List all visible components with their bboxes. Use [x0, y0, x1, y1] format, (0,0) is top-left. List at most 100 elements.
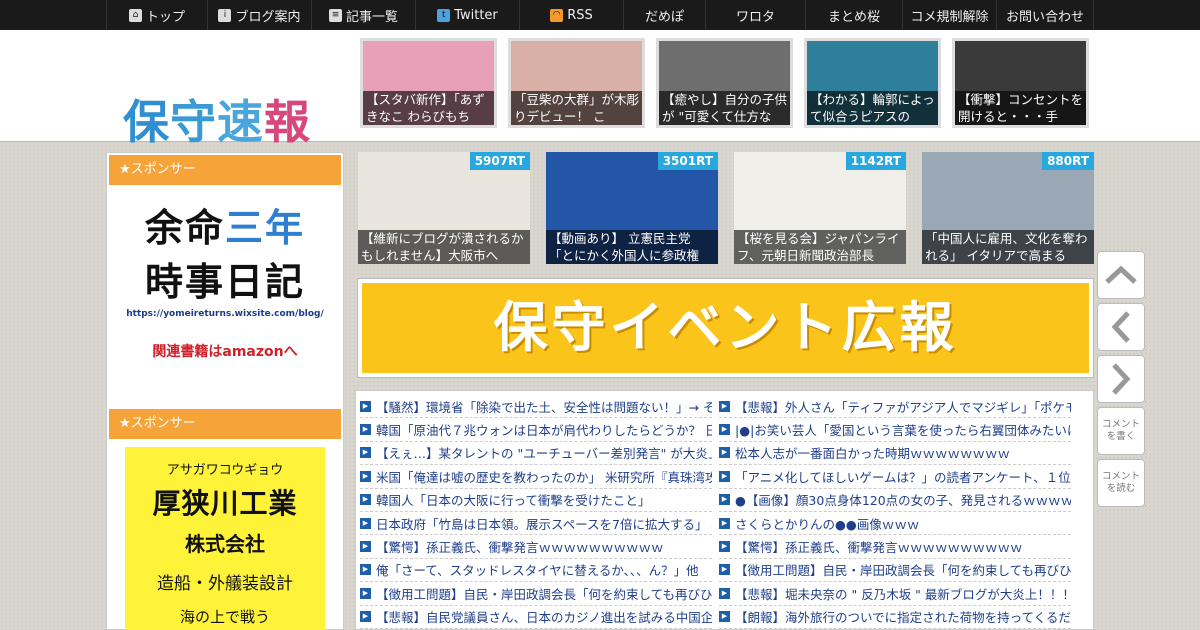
nav-item-7[interactable]: まとめ桜 [806, 0, 903, 30]
ad-company-name: 厚狭川工業 [152, 487, 298, 520]
tile-caption: 【動画あり】 立憲民主党「とにかく外国人に参政権 [546, 230, 718, 264]
tile-caption: 【維新にブログが潰されるかもしれません】大阪市へ [358, 230, 530, 264]
rss-item-title: 【徴用工問題】自民・岸田政調会長「何を約束しても再びひっ [376, 586, 712, 602]
arrow-icon: ▶ [719, 611, 730, 623]
chevron-right-icon [1112, 363, 1131, 395]
rss-item[interactable]: ▶ 俺「さーて、スタッドレスタイヤに替えるか、、、ん？」他 [360, 559, 712, 583]
nav-item-1[interactable]: i ブログ案内 [208, 0, 312, 30]
info-icon: i [218, 8, 232, 22]
arrow-icon: ▶ [360, 564, 371, 576]
ad-company-kana: アサガワコウギョウ [166, 463, 284, 478]
header-article-thumb[interactable]: 「豆柴の大群」が木彫りデビュー！ こ [508, 38, 645, 128]
rss-feed: ▶ 【騒然】環境省「除染で出た土、安全性は問題ない！」→ その ▶ 韓国「原油代７兆ウ… [355, 390, 1094, 630]
popular-article-tile[interactable]: 1142RT 【桜を見る会】ジャパンライフ、元朝日新聞政治部長 [734, 152, 906, 264]
rss-item-title: 俺「さーて、スタッドレスタイヤに替えるか、、、ん？」他 [376, 563, 699, 579]
event-banner[interactable]: 保守イベント広報 [357, 278, 1094, 378]
rss-item-title: 松本人志が一番面白かった時期ｗｗｗｗｗｗｗｗ [735, 446, 1011, 462]
ad-tagline: 海の上で戦う [179, 608, 270, 626]
rss-item[interactable]: ▶ 【朗報】海外旅行のついでに指定された荷物を持ってくるだけ [719, 606, 1071, 629]
arrow-icon: ▶ [360, 611, 371, 623]
rss-item-title: 米国「俺達は嘘の歴史を教わったのか」 米研究所『真珠湾攻撃 [376, 469, 712, 485]
nav-label: トップ [145, 9, 185, 25]
rss-item[interactable]: ▶ ●【画像】顔30点身体120点の女の子、発見されるｗｗｗｗ [719, 489, 1071, 512]
arrow-icon: ▶ [360, 517, 371, 529]
rss-item[interactable]: ▶ 「アニメ化してほしいゲームは？」の読者アンケート、１位は [719, 465, 1071, 489]
sponsor-ad-asagawa[interactable]: アサガワコウギョウ 厚狭川工業 株式会社 造船・外艤装設計 海の上で戦う [125, 447, 325, 630]
rss-item-title: ●【画像】顔30点身体120点の女の子、発見されるｗｗｗｗ [735, 493, 1071, 509]
scroll-top-button[interactable] [1097, 251, 1145, 299]
arrow-icon: ▶ [360, 400, 371, 412]
rss-item[interactable]: ▶ 【悲報】自民党議員さん、日本のカジノ進出を試みる中国企業 [360, 606, 712, 629]
rss-item[interactable]: ▶ 【騒然】環境省「除染で出た土、安全性は問題ない！」→ その [360, 395, 712, 419]
nav-item-2[interactable]: ≡ 記事一覧 [312, 0, 416, 30]
retweet-count-badge: 3501RT [657, 152, 718, 170]
nav-item-3[interactable]: t Twitter [416, 0, 520, 30]
rss-item[interactable]: ▶ 韓国人「日本の大阪に行って衝撃を受けたこと」 [360, 489, 712, 512]
thumb-caption: 【衝撃】コンセントを開けると・・・手 [955, 91, 1086, 125]
next-article-button[interactable] [1097, 355, 1145, 403]
rss-item[interactable]: ▶ 日本政府「竹島は日本領。展示スペースを7倍に拡大する」 韓 [360, 512, 712, 536]
read-comments-button[interactable]: コメントを読む [1097, 459, 1145, 507]
sponsor-ad-yomei[interactable]: 余命三年 時事日記 https://yomeireturns.wixsite.c… [125, 201, 325, 361]
arrow-icon: ▶ [719, 470, 730, 482]
rss-item[interactable]: ▶ |●|お笑い芸人「愛国という言葉を使ったら右翼団体みたいに言 [719, 418, 1071, 442]
nav-item-4[interactable]: ◠ RSS [520, 0, 624, 30]
nav-label: まとめ桜 [827, 9, 880, 25]
rss-item-title: 日本政府「竹島は日本領。展示スペースを7倍に拡大する」 韓 [376, 516, 712, 532]
rss-item[interactable]: ▶ 【驚愕】孫正義氏、衝撃発言ｗｗｗｗｗｗｗｗｗｗ [360, 535, 712, 559]
chevron-left-icon [1111, 311, 1130, 343]
nav-item-6[interactable]: ワロタ [706, 0, 806, 30]
nav-item-8[interactable]: コメ規制解除 [903, 0, 997, 30]
popular-article-tile[interactable]: 5907RT 【維新にブログが潰されるかもしれません】大阪市へ [358, 152, 530, 264]
rss-item[interactable]: ▶ 【驚愕】孫正義氏、衝撃発言ｗｗｗｗｗｗｗｗｗｗ [719, 535, 1071, 559]
rss-column-right: ▶ 【悲報】外人さん「ティファがアジア人でマジギレ」「ポケモ ▶ |●|お笑い芸人「愛… [719, 395, 1071, 629]
nav-label: だめぽ [644, 9, 684, 25]
site-logo[interactable]: 保守速報 [123, 86, 311, 152]
retweet-count-badge: 1142RT [845, 152, 906, 170]
rss-item[interactable]: ▶ 【徴用工問題】自民・岸田政調会長「何を約束しても再びひっ [360, 582, 712, 606]
write-comment-button[interactable]: コメントを書く [1097, 407, 1145, 455]
arrow-icon: ▶ [719, 564, 730, 576]
rss-item[interactable]: ▶ さくらとかりんの●●画像ｗｗｗ [719, 512, 1071, 536]
rss-item[interactable]: ▶ 【徴用工問題】自民・岸田政調会長「何を約束しても再びひっ [719, 559, 1071, 583]
nav-label: コメ規制解除 [910, 9, 989, 25]
rss-item-title: 【騒然】環境省「除染で出た土、安全性は問題ない！」→ その [376, 399, 712, 415]
ad-title-line1: 余命三年 [144, 206, 306, 250]
header-article-thumb[interactable]: 【スタバ新作】「あずきなこ わらびもち [360, 38, 497, 128]
rss-item-title: 【徴用工問題】自民・岸田政調会長「何を約束しても再びひっ [735, 563, 1071, 579]
nav-item-5[interactable]: だめぽ [624, 0, 706, 30]
amazon-link[interactable]: 関連書籍はamazonへ [125, 341, 325, 361]
rss-item[interactable]: ▶ 韓国「原油代７兆ウォンは日本が肩代わりしたらどうか？ 日本 [360, 418, 712, 442]
nav-item-9[interactable]: お問い合わせ [997, 0, 1094, 30]
chevron-up-icon [1105, 265, 1137, 284]
thumb-caption: 【スタバ新作】「あずきなこ わらびもち [363, 91, 494, 125]
rss-item[interactable]: ▶ 【悲報】外人さん「ティファがアジア人でマジギレ」「ポケモ [719, 395, 1071, 419]
arrow-icon: ▶ [719, 400, 730, 412]
header-article-thumb[interactable]: 【わかる】輪郭によって似合うピアスの [804, 38, 941, 128]
rss-item-title: 【驚愕】孫正義氏、衝撃発言ｗｗｗｗｗｗｗｗｗｗ [376, 540, 664, 556]
thumb-caption: 「豆柴の大群」が木彫りデビュー！ こ [511, 91, 642, 125]
ad-url: https://yomeireturns.wixsite.com/blog/ [126, 309, 324, 319]
nav-label: 記事一覧 [345, 9, 398, 25]
rss-item[interactable]: ▶ 【悲報】堀未央奈の " 反乃木坂 " 最新ブログが大炎上！！！！ [719, 582, 1071, 606]
popular-article-tile[interactable]: 3501RT 【動画あり】 立憲民主党「とにかく外国人に参政権 [546, 152, 718, 264]
rss-item-title: 「アニメ化してほしいゲームは？」の読者アンケート、１位は [735, 469, 1071, 485]
rss-item[interactable]: ▶ 米国「俺達は嘘の歴史を教わったのか」 米研究所『真珠湾攻撃 [360, 465, 712, 489]
retweet-count-badge: 5907RT [469, 152, 530, 170]
nav-label: ワロタ [735, 9, 775, 25]
arrow-icon: ▶ [719, 424, 730, 436]
sponsor-heading-2: ★スポンサー [109, 409, 341, 439]
header-article-thumb[interactable]: 【衝撃】コンセントを開けると・・・手 [952, 38, 1089, 128]
popular-article-tile[interactable]: 880RT 「中国人に雇用、文化を奪われる」 イタリアで高まる [922, 152, 1094, 264]
rss-item-title: 韓国「原油代７兆ウォンは日本が肩代わりしたらどうか？ 日本 [376, 423, 712, 439]
prev-article-button[interactable] [1097, 303, 1145, 351]
nav-item-0[interactable]: ⌂ トップ [107, 0, 208, 30]
twitter-icon: t [437, 8, 451, 22]
retweet-count-badge: 880RT [1042, 152, 1094, 170]
list-icon: ≡ [328, 8, 342, 22]
rss-item[interactable]: ▶ 【えぇ…】某タレントの "ユーチューバー差別発言" が大炎上w [360, 442, 712, 466]
rss-item[interactable]: ▶ 松本人志が一番面白かった時期ｗｗｗｗｗｗｗｗ [719, 442, 1071, 466]
header-article-thumb[interactable]: 【癒やし】自分の子供が "可愛くて仕方な [656, 38, 793, 128]
rss-item-title: 【驚愕】孫正義氏、衝撃発言ｗｗｗｗｗｗｗｗｗｗ [735, 540, 1023, 556]
arrow-icon: ▶ [719, 447, 730, 459]
